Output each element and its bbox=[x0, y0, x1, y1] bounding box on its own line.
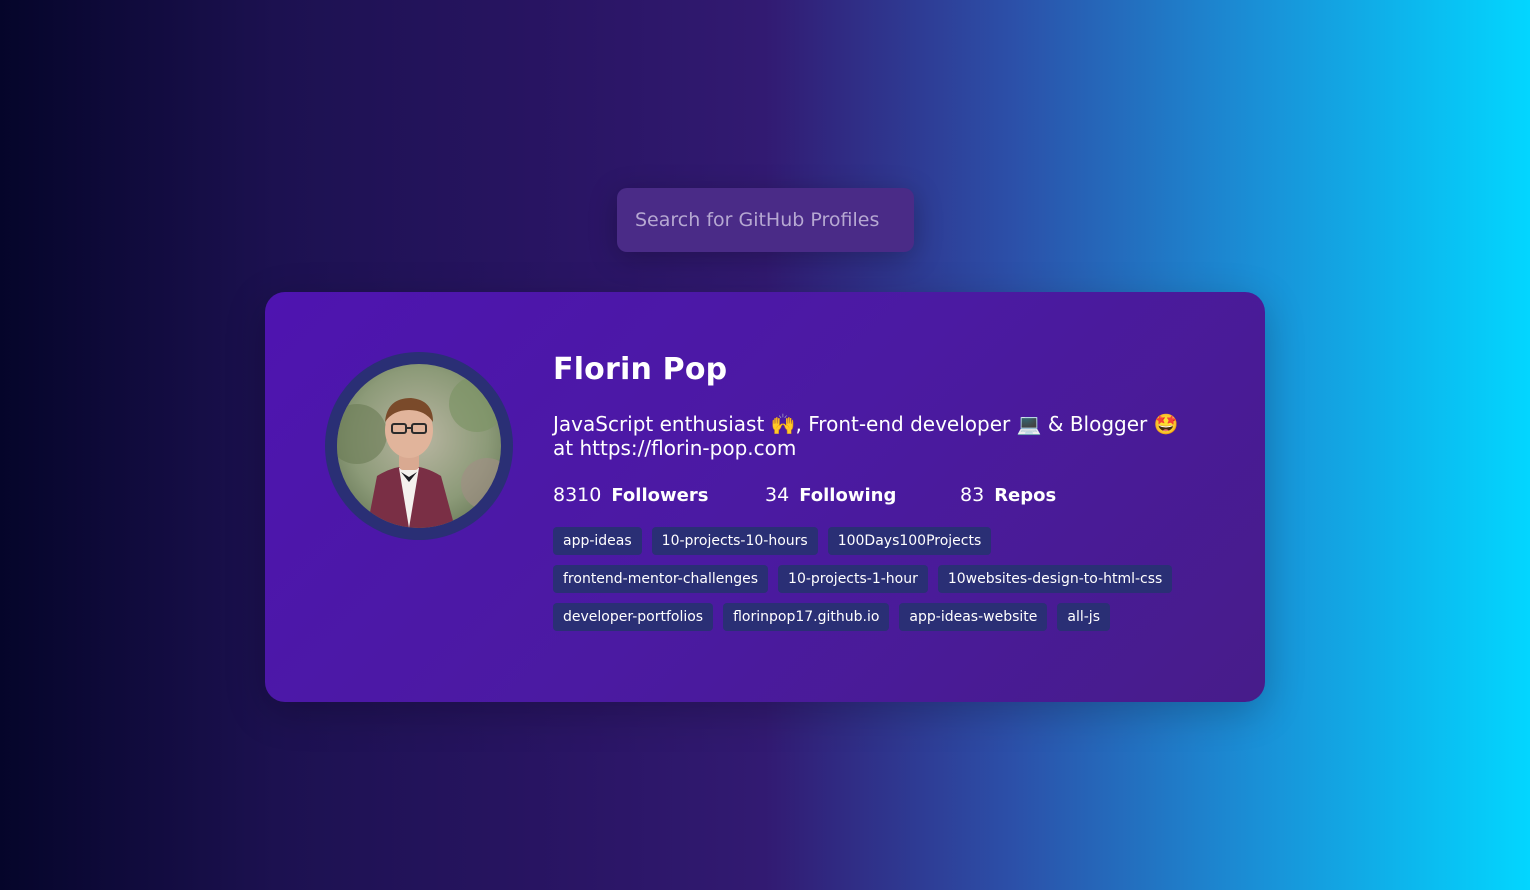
repos-label: Repos bbox=[994, 485, 1057, 506]
avatar bbox=[337, 364, 501, 528]
repo-list: app-ideas 10-projects-10-hours 100Days10… bbox=[553, 527, 1203, 641]
repo-link[interactable]: developer-portfolios bbox=[553, 603, 714, 631]
repo-link[interactable]: 10-projects-1-hour bbox=[778, 565, 928, 593]
repo-link[interactable]: all-js bbox=[1057, 603, 1110, 631]
followers-count: 8310 bbox=[553, 484, 602, 506]
profile-bio: JavaScript enthusiast 🙌, Front-end devel… bbox=[553, 412, 1179, 460]
profile-card: Florin Pop JavaScript enthusiast 🙌, Fron… bbox=[265, 292, 1265, 702]
repo-link[interactable]: florinpop17.github.io bbox=[723, 603, 890, 631]
following-count: 34 bbox=[765, 484, 790, 506]
repo-link[interactable]: 10websites-design-to-html-css bbox=[937, 565, 1173, 593]
repo-link[interactable]: 100Days100Projects bbox=[827, 527, 992, 555]
repo-link[interactable]: app-ideas-website bbox=[899, 603, 1048, 631]
search-input[interactable] bbox=[617, 188, 914, 252]
profile-name: Florin Pop bbox=[553, 352, 728, 387]
repos-stat: 83 Repos bbox=[960, 484, 1056, 506]
profile-stats: 8310 Followers 34 Following 83 Repos bbox=[553, 480, 1213, 510]
repo-link[interactable]: 10-projects-10-hours bbox=[651, 527, 818, 555]
followers-label: Followers bbox=[611, 485, 709, 506]
followers-stat: 8310 Followers bbox=[553, 484, 765, 506]
repos-count: 83 bbox=[960, 484, 985, 506]
following-label: Following bbox=[799, 485, 897, 506]
repo-link[interactable]: app-ideas bbox=[553, 527, 642, 555]
avatar-ring bbox=[325, 352, 513, 540]
repo-link[interactable]: frontend-mentor-challenges bbox=[553, 565, 769, 593]
profile-info: Florin Pop JavaScript enthusiast 🙌, Fron… bbox=[553, 350, 1213, 641]
search-form bbox=[617, 188, 914, 252]
following-stat: 34 Following bbox=[765, 484, 960, 506]
